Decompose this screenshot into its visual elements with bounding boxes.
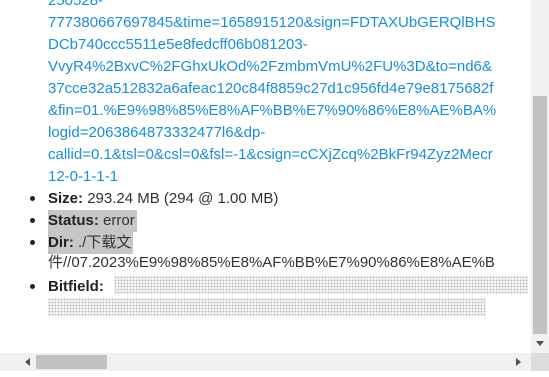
link-line[interactable]: logid=2063864873332477l6&dp- bbox=[48, 122, 496, 144]
download-link[interactable]: 250528- 777380667697845&time=1658915120&… bbox=[48, 0, 496, 188]
link-line[interactable]: DCb740ccc5511e5e8fedcff06b081203- bbox=[48, 34, 496, 56]
link-line[interactable]: 37cce32a512832a6afeac120c84f8859c27d1c95… bbox=[48, 78, 496, 100]
task-details-panel: 250528- 777380667697845&time=1658915120&… bbox=[0, 0, 531, 353]
scroll-down-arrow-icon[interactable] bbox=[536, 341, 544, 346]
size-label: Size: bbox=[48, 190, 84, 207]
size-item: Size: 293.24 MB (294 @ 1.00 MB) bbox=[0, 188, 531, 210]
bullet-icon bbox=[30, 240, 35, 245]
link-line[interactable]: VvyR4%2BxvC%2FGhxUkOd%2FzmbmVmU%2FU%3D&t… bbox=[48, 56, 496, 78]
bottom-edge bbox=[0, 371, 549, 377]
link-line[interactable]: 250528- bbox=[48, 0, 496, 12]
dir-value-continued: 件//07.2023%E9%98%85%E8%AF%BB%E7%90%86%E8… bbox=[48, 254, 495, 271]
status-item: Status: error bbox=[0, 210, 531, 232]
scroll-left-arrow-icon[interactable] bbox=[25, 358, 30, 366]
status-label: Status: bbox=[48, 212, 99, 229]
bitfield-visualization bbox=[114, 276, 528, 294]
scrollbar-corner bbox=[531, 353, 549, 371]
bitfield-visualization bbox=[48, 298, 486, 316]
link-line[interactable]: 777380667697845&time=1658915120&sign=FDT… bbox=[48, 12, 496, 34]
scroll-right-arrow-icon[interactable] bbox=[516, 358, 521, 366]
horizontal-scroll-thumb[interactable] bbox=[36, 355, 107, 369]
dir-item: Dir: ./下载文 bbox=[0, 232, 531, 254]
dir-label: Dir: bbox=[48, 234, 74, 251]
bullet-icon bbox=[30, 218, 35, 223]
size-value: 293.24 MB (294 @ 1.00 MB) bbox=[87, 190, 279, 207]
status-value: error bbox=[103, 212, 135, 229]
bullet-icon bbox=[30, 196, 35, 201]
link-line[interactable]: &fin=01.%E9%98%85%E8%AF%BB%E7%90%86%E8%A… bbox=[48, 100, 496, 122]
bullet-icon bbox=[30, 284, 35, 289]
dir-value: ./下载文 bbox=[78, 234, 132, 251]
horizontal-scrollbar[interactable] bbox=[0, 353, 531, 371]
link-line[interactable]: callid=0.1&tsl=0&csl=0&fsl=-1&csign=cCXj… bbox=[48, 144, 496, 166]
vertical-scrollbar[interactable] bbox=[531, 0, 549, 353]
bitfield-label: Bitfield: bbox=[48, 278, 104, 295]
vertical-scroll-thumb[interactable] bbox=[533, 96, 547, 334]
link-line[interactable]: 12-0-1-1-1 bbox=[48, 166, 496, 188]
details-list: Size: 293.24 MB (294 @ 1.00 MB) Status: … bbox=[0, 188, 531, 254]
